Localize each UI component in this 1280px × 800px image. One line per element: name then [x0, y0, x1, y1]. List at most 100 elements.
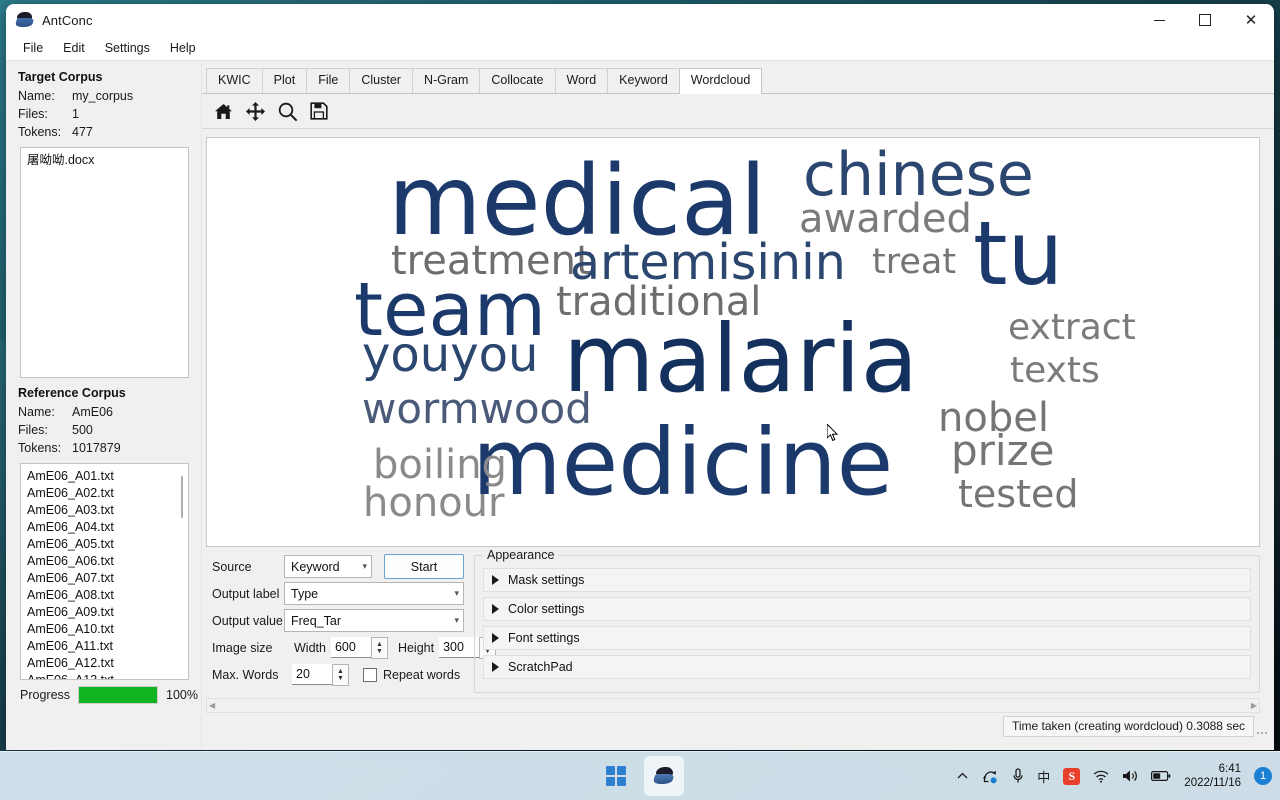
reference-file-item[interactable]: AmE06_A03.txt [21, 502, 188, 519]
menu-help[interactable]: Help [161, 38, 205, 58]
width-input[interactable]: 600 [330, 637, 371, 658]
appearance-groupbox: Appearance Mask settings Color settings [474, 548, 1260, 693]
status-message: Time taken (creating wordcloud) 0.3088 s… [1002, 715, 1254, 737]
network-sync-icon[interactable] [982, 769, 999, 784]
corpus-sidebar: Target Corpus Name: my_corpus Files: 1 T… [6, 61, 202, 750]
source-row: Source Keyword ▾ Start [206, 553, 464, 580]
reference-file-item[interactable]: AmE06_A02.txt [21, 485, 188, 502]
tab-kwic[interactable]: KWIC [206, 68, 263, 93]
scroll-right-icon[interactable]: ▶ [1251, 701, 1257, 710]
progress-bar [78, 686, 159, 704]
wordcloud-word: malaria [563, 305, 919, 414]
window-titlebar: AntConc ✕ [6, 4, 1274, 36]
windows-start-icon[interactable] [596, 756, 636, 796]
reference-file-item[interactable]: AmE06_A08.txt [21, 587, 188, 604]
move-icon[interactable] [244, 100, 266, 122]
target-file-item[interactable]: 屠呦呦.docx [21, 152, 188, 169]
desktop: AntConc ✕ File Edit Settings Help Target… [0, 0, 1280, 800]
wordcloud-controls: Source Keyword ▾ Start Output label Type [202, 547, 1274, 693]
target-file-list[interactable]: 屠呦呦.docx [20, 147, 189, 378]
maximize-button[interactable] [1182, 4, 1228, 36]
menu-file[interactable]: File [14, 38, 52, 58]
width-spin-buttons[interactable]: ▲ ▼ [370, 636, 388, 659]
chevron-down-icon: ▾ [454, 615, 459, 625]
target-corpus-tokens-row: Tokens: 477 [6, 123, 201, 141]
tab-collocate[interactable]: Collocate [479, 68, 556, 93]
start-button[interactable]: Start [384, 554, 464, 579]
taskbar-clock[interactable]: 6:41 2022/11/16 [1184, 762, 1241, 790]
reference-file-item[interactable]: AmE06_A11.txt [21, 638, 188, 655]
horizontal-scrollbar[interactable]: ◀ ▶ [206, 698, 1260, 713]
scroll-left-icon[interactable]: ◀ [209, 701, 215, 710]
accordion-font-settings[interactable]: Font settings [483, 626, 1251, 650]
max-words-spin-buttons[interactable]: ▲ ▼ [332, 663, 349, 686]
tab-keyword[interactable]: Keyword [607, 68, 680, 93]
wifi-icon[interactable] [1093, 770, 1109, 783]
menu-settings[interactable]: Settings [96, 38, 159, 58]
tab-file[interactable]: File [306, 68, 351, 93]
reference-file-item[interactable]: AmE06_A12.txt [21, 655, 188, 672]
system-tray: 中 S 6:41 2022/11/16 1 [956, 762, 1272, 790]
wordcloud-canvas[interactable]: medical chinese awarded treatment artemisini… [206, 137, 1260, 547]
reference-file-item[interactable]: AmE06_A09.txt [21, 604, 188, 621]
reference-file-item[interactable]: AmE06_A01.txt [21, 468, 188, 485]
reference-corpus-heading: Reference Corpus [18, 386, 126, 400]
source-select[interactable]: Keyword ▾ [284, 555, 372, 578]
reference-file-item[interactable]: AmE06_A05.txt [21, 536, 188, 553]
controls-left-column: Source Keyword ▾ Start Output label Type [206, 553, 497, 693]
reference-file-item[interactable]: AmE06_A10.txt [21, 621, 188, 638]
height-label: Height [397, 640, 435, 655]
chevron-down-icon: ▾ [362, 561, 367, 571]
tab-plot[interactable]: Plot [261, 68, 308, 93]
sogou-icon[interactable]: S [1063, 767, 1081, 785]
tab-cluster[interactable]: Cluster [349, 68, 413, 93]
reference-file-item[interactable]: AmE06_A04.txt [21, 519, 188, 536]
volume-icon[interactable] [1122, 769, 1138, 783]
output-label-label: Output label [212, 586, 280, 601]
output-value-row: Output value Freq_Tar ▾ [206, 607, 464, 634]
output-value-label: Output value [212, 613, 283, 628]
status-bar: Time taken (creating wordcloud) 0.3088 s… [202, 713, 1274, 739]
reference-file-item[interactable]: AmE06_A07.txt [21, 570, 188, 587]
progress-percent: 100% [166, 688, 199, 702]
tab-word[interactable]: Word [554, 68, 609, 93]
save-icon[interactable] [308, 100, 330, 122]
home-icon[interactable] [212, 100, 234, 122]
wordcloud-word: medicine [472, 409, 894, 516]
chevron-right-icon [492, 575, 499, 585]
zoom-icon[interactable] [276, 100, 298, 122]
max-words-stepper[interactable]: 20 ▲ ▼ [292, 663, 349, 686]
repeat-words-checkbox[interactable] [363, 667, 377, 682]
reference-name-value: AmE06 [72, 405, 113, 419]
reference-corpus-name-row: Name: AmE06 [6, 403, 201, 421]
minimize-button[interactable] [1136, 4, 1182, 36]
tab-n-gram[interactable]: N-Gram [411, 68, 481, 93]
wordcloud-word: boiling [373, 442, 507, 488]
window-title: AntConc [42, 12, 93, 28]
close-button[interactable]: ✕ [1228, 4, 1274, 36]
chevron-down-icon: ▾ [454, 588, 459, 598]
output-value-select[interactable]: Freq_Tar ▾ [284, 609, 464, 632]
reference-file-list[interactable]: AmE06_A01.txt AmE06_A02.txt AmE06_A03.txt A… [20, 463, 189, 680]
reference-files-value: 500 [72, 423, 93, 437]
width-stepper[interactable]: 600 ▲ ▼ [330, 636, 388, 659]
output-label-value: Type [291, 586, 319, 601]
notification-badge[interactable]: 1 [1254, 767, 1272, 785]
resize-grip-icon[interactable] [1254, 716, 1270, 737]
accordion-color-settings[interactable]: Color settings [483, 597, 1251, 621]
battery-icon[interactable] [1151, 770, 1171, 782]
chevron-up-icon[interactable] [956, 770, 969, 783]
repeat-words-row[interactable]: Repeat words [363, 667, 460, 682]
reference-file-item[interactable]: AmE06_A06.txt [21, 553, 188, 570]
reference-file-item[interactable]: AmE06_A13.txt [21, 672, 188, 679]
accordion-mask-settings[interactable]: Mask settings [483, 568, 1251, 592]
accordion-scratchpad[interactable]: ScratchPad [483, 655, 1251, 679]
ime-chinese-icon[interactable]: 中 [1037, 767, 1050, 786]
reference-list-scrollbar[interactable] [178, 468, 186, 675]
max-words-input[interactable]: 20 [292, 664, 332, 685]
microphone-icon[interactable] [1012, 768, 1024, 784]
output-label-select[interactable]: Type ▾ [284, 582, 464, 605]
antconc-taskbar-icon[interactable] [644, 756, 684, 796]
menu-edit[interactable]: Edit [54, 38, 94, 58]
tab-wordcloud[interactable]: Wordcloud [678, 68, 763, 94]
